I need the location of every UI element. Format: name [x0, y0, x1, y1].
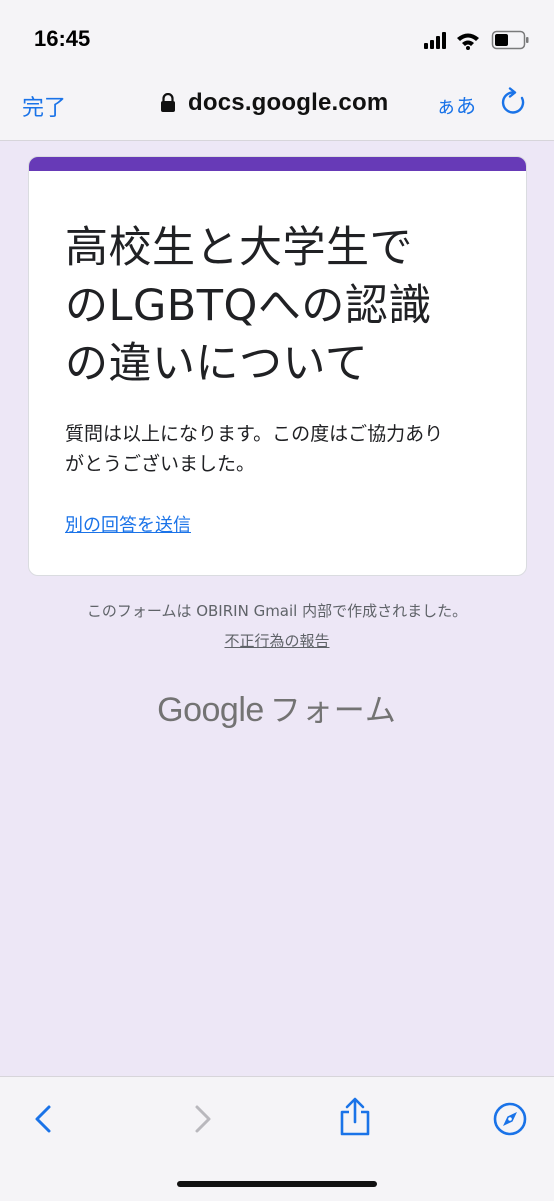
form-title: 高校生と大学生で のLGBTQへの認識 の違いについて: [65, 223, 432, 389]
url-text: docs.google.com: [188, 89, 389, 116]
text-size-button[interactable]: ぁあ: [436, 90, 476, 119]
report-abuse-link[interactable]: 不正行為の報告: [224, 632, 329, 650]
battery-icon: [491, 30, 529, 50]
lock-icon: [161, 93, 175, 112]
compass-icon[interactable]: [492, 1101, 528, 1137]
status-icons: [424, 30, 534, 50]
google-forms-logo: Google フォーム: [0, 685, 554, 730]
address-bar[interactable]: docs.google.com: [160, 88, 388, 118]
form-origin-note: このフォームは OBIRIN Gmail 内部で作成されました。: [86, 602, 468, 620]
home-indicator: [177, 1181, 377, 1187]
browser-header: 完了 docs.google.com ぁあ: [0, 78, 554, 141]
form-card: 高校生と大学生で のLGBTQへの認識 の違いについて 質問は以上になります。こ…: [28, 156, 527, 576]
done-button[interactable]: 完了: [22, 90, 66, 122]
status-time: 16:45: [34, 26, 91, 51]
report-abuse-row: 不正行為の報告: [0, 630, 554, 651]
share-icon[interactable]: [336, 1097, 374, 1137]
logo-google-text: Google: [157, 691, 264, 729]
signal-icon: [424, 32, 446, 49]
submit-another-response-link[interactable]: 別の回答を送信: [65, 511, 191, 537]
logo-forms-text: フォーム: [269, 693, 397, 729]
back-arrow-icon[interactable]: [26, 1101, 62, 1137]
reload-icon[interactable]: [500, 87, 528, 117]
form-accent-bar: [29, 157, 526, 171]
wifi-icon: [457, 33, 479, 50]
forward-arrow-icon[interactable]: [184, 1101, 220, 1137]
confirmation-message: 質問は以上になります。この度はご協力あり がとうございました。: [65, 423, 444, 475]
status-bar: 16:45: [0, 0, 554, 78]
